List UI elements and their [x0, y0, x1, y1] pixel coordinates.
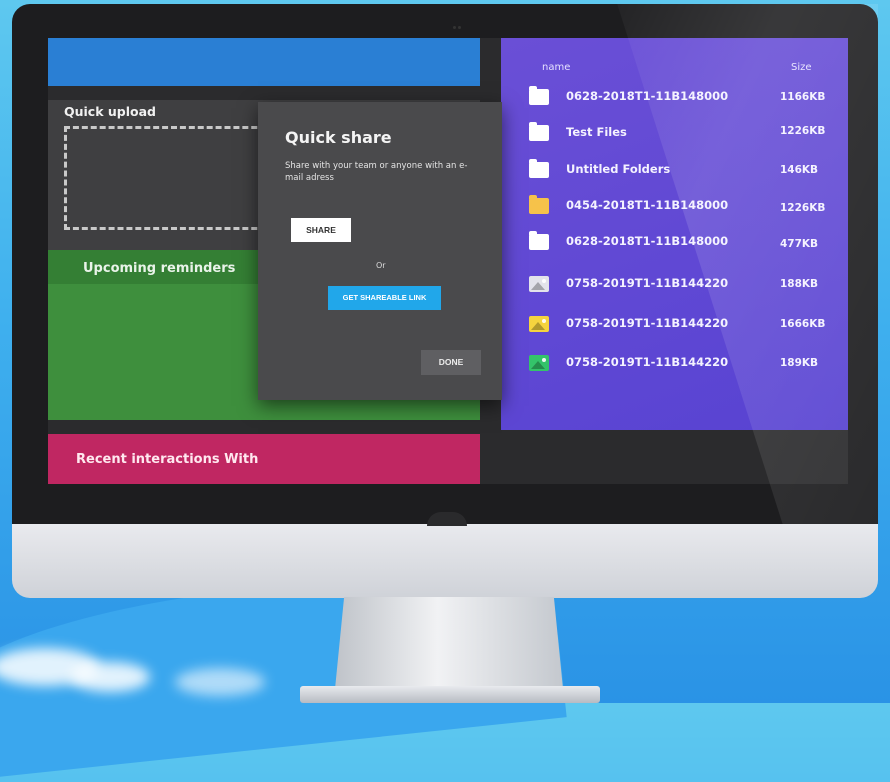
- dialog-title: Quick share: [285, 128, 392, 147]
- dialog-description: Share with your team or anyone with an e…: [285, 161, 468, 183]
- file-size: 146KB: [780, 164, 819, 176]
- column-header-size[interactable]: Size: [791, 62, 812, 73]
- file-size: 1226KB: [780, 125, 826, 137]
- camera: [452, 14, 462, 48]
- file-size: 477KB: [780, 238, 819, 250]
- upload-dropzone[interactable]: [64, 126, 284, 230]
- share-button[interactable]: SHARE: [291, 218, 351, 242]
- file-row[interactable]: 0758-2019T1-11B144220 189KB: [529, 353, 829, 375]
- file-name: Untitled Folders: [566, 162, 671, 176]
- folder-icon: [529, 231, 549, 250]
- file-row[interactable]: Test Files 1226KB: [529, 122, 829, 145]
- reminders-title: Upcoming reminders: [83, 261, 236, 276]
- folder-yellow-icon: [529, 195, 549, 214]
- file-name: 0454-2018T1-11B148000: [566, 198, 729, 212]
- column-header-name[interactable]: name: [542, 62, 570, 73]
- quick-upload-title: Quick upload: [64, 104, 156, 119]
- image-green-icon: [529, 355, 549, 371]
- file-row[interactable]: 0758-2019T1-11B144220 1666KB: [529, 314, 829, 336]
- file-name: 0628-2018T1-11B148000: [566, 234, 729, 248]
- quick-share-dialog: Quick share Share with your team or anyo…: [258, 102, 502, 400]
- file-row[interactable]: 0454-2018T1-11B148000 1226KB: [529, 195, 829, 218]
- file-list-panel: name Size 0628-2018T1-11B148000 1166KB T…: [501, 38, 848, 430]
- file-name: 0628-2018T1-11B148000: [566, 89, 729, 103]
- done-button[interactable]: DONE: [421, 350, 481, 375]
- file-size: 1166KB: [780, 91, 826, 103]
- screen: Quick upload Upcoming reminders Recent i…: [48, 38, 848, 484]
- monitor-stand: [335, 597, 563, 689]
- monitor-foot: [300, 686, 600, 703]
- or-separator: Or: [376, 261, 386, 270]
- monitor-notch: [427, 512, 467, 526]
- header-bar: [48, 38, 480, 86]
- get-shareable-link-button[interactable]: GET SHAREABLE LINK: [328, 286, 441, 310]
- folder-icon: [529, 122, 549, 141]
- cloud: [70, 662, 150, 692]
- folder-icon: [529, 159, 549, 178]
- file-name: 0758-2019T1-11B144220: [566, 355, 729, 369]
- file-size: 188KB: [780, 278, 819, 290]
- folder-icon: [529, 86, 549, 105]
- cloud: [175, 668, 265, 696]
- image-gray-icon: [529, 276, 549, 292]
- file-size: 189KB: [780, 357, 819, 369]
- apple-logo-icon: [432, 543, 462, 577]
- file-size: 1666KB: [780, 318, 826, 330]
- file-row[interactable]: Untitled Folders 146KB: [529, 159, 829, 182]
- file-name: Test Files: [566, 125, 627, 139]
- file-row[interactable]: 0758-2019T1-11B144220 188KB: [529, 274, 829, 296]
- file-row[interactable]: 0628-2018T1-11B148000 1166KB: [529, 86, 829, 109]
- file-size: 1226KB: [780, 202, 826, 214]
- file-name: 0758-2019T1-11B144220: [566, 316, 729, 330]
- file-row[interactable]: 0628-2018T1-11B148000 477KB: [529, 231, 829, 254]
- file-name: 0758-2019T1-11B144220: [566, 276, 729, 290]
- image-yellow-icon: [529, 316, 549, 332]
- recent-interactions-title: Recent interactions With: [76, 452, 259, 467]
